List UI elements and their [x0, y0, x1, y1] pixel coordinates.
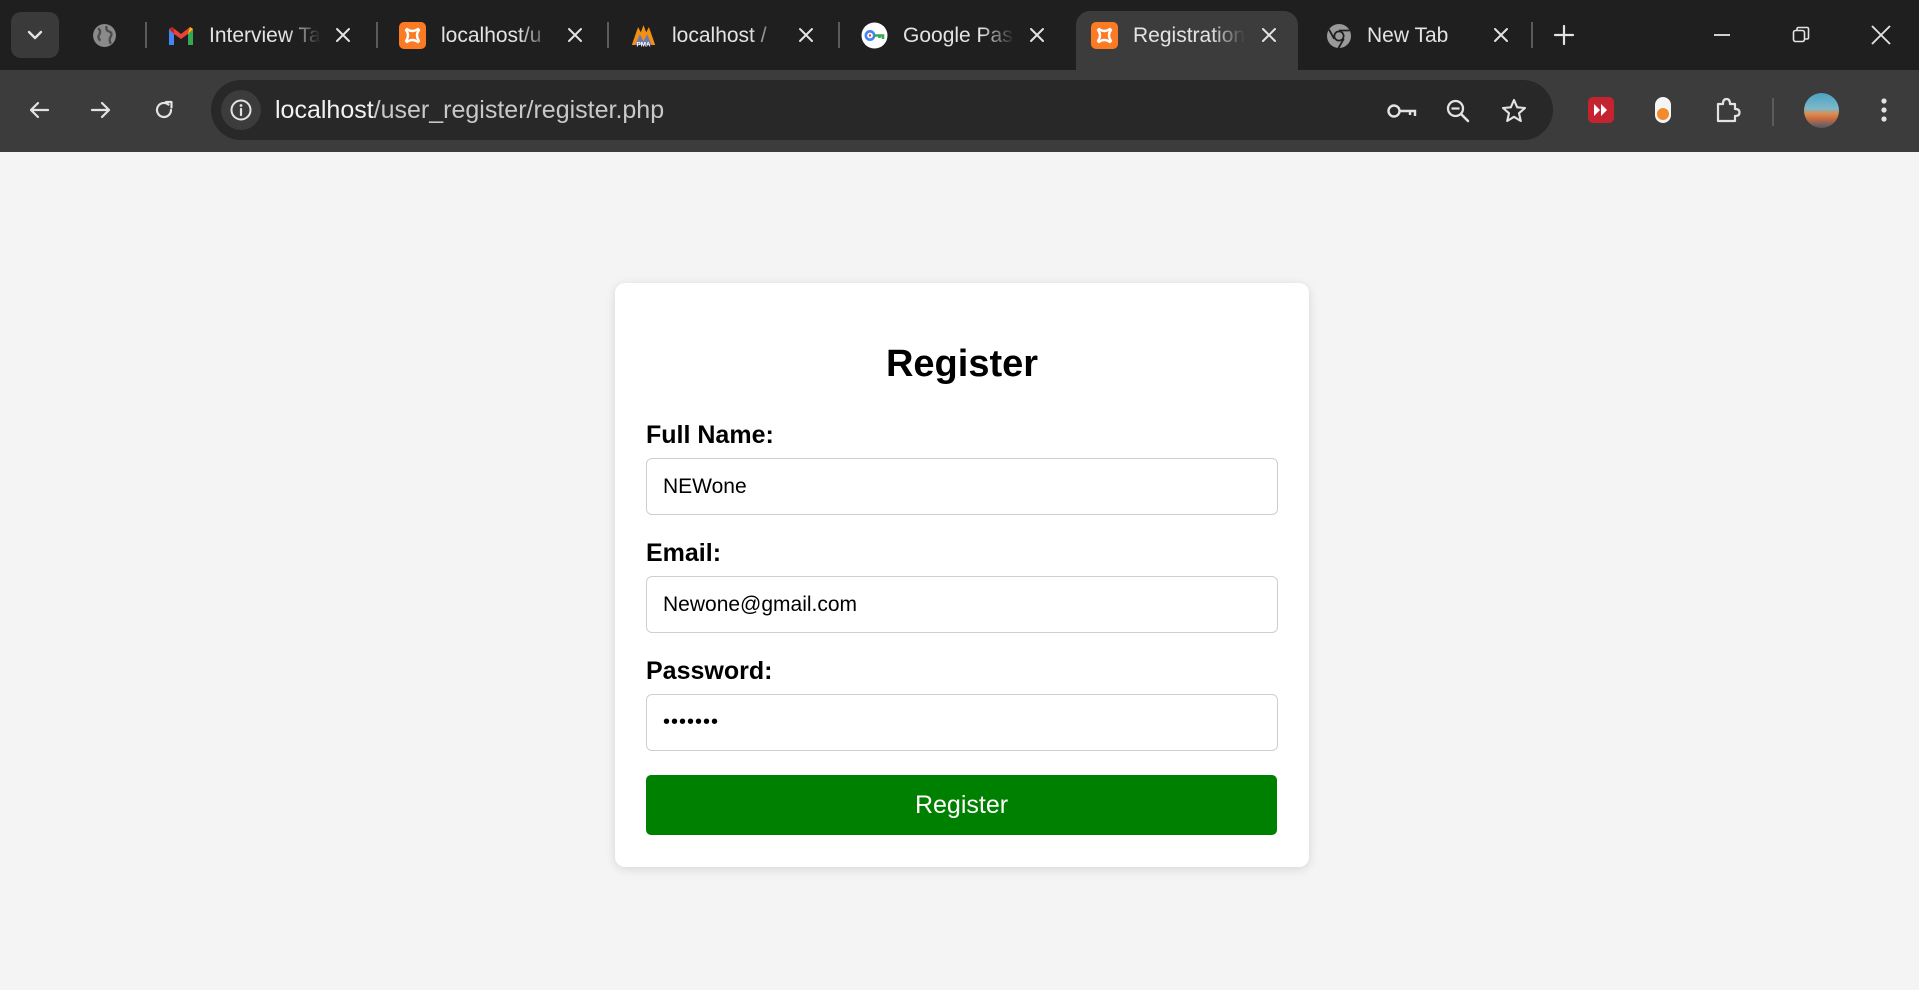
- site-info-button[interactable]: [221, 90, 261, 130]
- tab-phpmyadmin[interactable]: PMA localhost /: [616, 12, 826, 58]
- svg-text:PMA: PMA: [637, 42, 651, 49]
- chevron-down-icon: [27, 30, 43, 40]
- page-title: Register: [885, 343, 1039, 385]
- url-path: /user_register/register.php: [373, 96, 665, 124]
- kebab-menu-icon: [1881, 98, 1887, 122]
- back-button[interactable]: [19, 90, 59, 130]
- password-label: Password:: [646, 657, 773, 685]
- close-icon[interactable]: [1257, 23, 1281, 47]
- star-icon: [1501, 98, 1527, 123]
- back-arrow-icon: [29, 101, 50, 119]
- reload-button[interactable]: [144, 90, 184, 130]
- red-extension-icon: [1588, 97, 1614, 123]
- restore-button[interactable]: [1771, 12, 1831, 58]
- tab-title: Google Pas: [903, 24, 1013, 47]
- fullname-label: Full Name:: [646, 421, 774, 449]
- tab-globe[interactable]: [86, 12, 146, 58]
- email-label: Email:: [646, 539, 722, 567]
- tab-registration-active[interactable]: Registration: [1076, 11, 1298, 70]
- zoom-button[interactable]: [1441, 94, 1475, 128]
- plus-icon: [1553, 24, 1575, 46]
- xampp-icon: [1091, 22, 1118, 49]
- tab-search-button[interactable]: [11, 12, 59, 58]
- tab-title: localhost /: [672, 24, 767, 47]
- register-card: Register Full Name: Email: Password: Reg…: [615, 283, 1309, 867]
- bookmark-button[interactable]: [1497, 94, 1531, 128]
- extension-red-button[interactable]: [1581, 90, 1621, 130]
- phpmyadmin-icon: PMA: [630, 22, 657, 49]
- email-input[interactable]: [646, 576, 1278, 633]
- tab-new-tab[interactable]: New Tab: [1311, 12, 1521, 58]
- restore-icon: [1792, 26, 1810, 43]
- google-password-manager-icon: [861, 22, 888, 49]
- address-bar[interactable]: localhost/user_register/register.php: [211, 80, 1553, 140]
- key-icon: [1387, 104, 1417, 118]
- tab-localhost-user[interactable]: localhost/u: [385, 12, 595, 58]
- minimize-icon: [1714, 34, 1730, 36]
- url-host: localhost: [275, 96, 374, 124]
- tab-title: New Tab: [1367, 24, 1449, 47]
- close-icon[interactable]: [794, 23, 818, 47]
- register-button[interactable]: Register: [646, 775, 1277, 835]
- zoom-out-icon: [1446, 99, 1470, 123]
- password-input[interactable]: [646, 694, 1278, 751]
- tab-title: localhost/u: [441, 24, 542, 47]
- xampp-icon: [399, 22, 426, 49]
- tab-strip: Interview Ta localhost/u PMA localhost /…: [0, 0, 1919, 70]
- tab-separator: [1531, 22, 1533, 48]
- close-icon: [1871, 25, 1891, 45]
- toolbar-divider: [1772, 98, 1774, 126]
- close-icon[interactable]: [563, 23, 587, 47]
- password-key-button[interactable]: [1385, 94, 1419, 128]
- tab-google-passwords[interactable]: Google Pas: [847, 12, 1057, 58]
- tab-separator: [376, 22, 378, 48]
- new-tab-button[interactable]: [1547, 16, 1581, 54]
- tab-gmail[interactable]: Interview Ta: [153, 12, 363, 58]
- fullname-input[interactable]: [646, 458, 1278, 515]
- info-icon: [230, 99, 252, 121]
- reload-icon: [155, 100, 173, 119]
- close-window-button[interactable]: [1851, 12, 1911, 58]
- browser-toolbar: localhost/user_register/register.php: [0, 70, 1919, 152]
- chrome-menu-button[interactable]: [1864, 90, 1904, 130]
- close-icon[interactable]: [1489, 23, 1513, 47]
- tab-title: Registration: [1133, 24, 1245, 47]
- chrome-icon: [1325, 22, 1352, 49]
- close-icon[interactable]: [1025, 23, 1049, 47]
- extensions-menu-button[interactable]: [1707, 90, 1747, 130]
- puzzle-icon: [1716, 97, 1741, 123]
- tab-separator: [838, 22, 840, 48]
- tab-separator: [607, 22, 609, 48]
- minimize-button[interactable]: [1692, 12, 1752, 58]
- orange-toggle-extension-icon: [1655, 97, 1671, 123]
- forward-button[interactable]: [81, 90, 121, 130]
- tab-separator: [145, 22, 147, 48]
- extension-orange-button[interactable]: [1643, 90, 1683, 130]
- url-text[interactable]: localhost/user_register/register.php: [275, 96, 664, 125]
- globe-icon: [91, 22, 118, 49]
- profile-avatar[interactable]: [1804, 93, 1839, 128]
- close-icon[interactable]: [331, 23, 355, 47]
- forward-arrow-icon: [90, 101, 111, 119]
- tab-title: Interview Ta: [209, 24, 321, 47]
- gmail-icon: [167, 22, 194, 49]
